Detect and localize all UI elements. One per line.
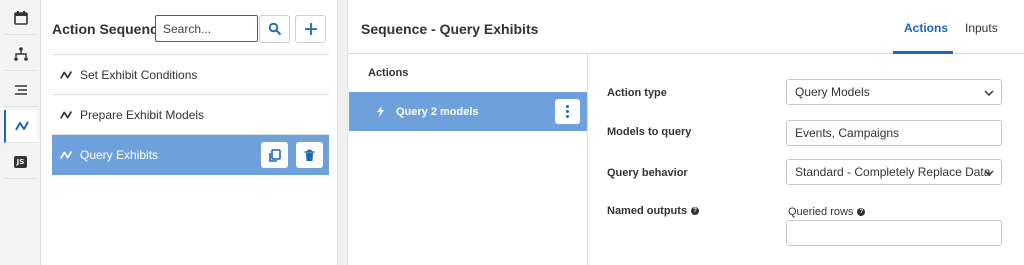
- action-type-value: Query Models: [795, 85, 870, 99]
- sequence-list: Set Exhibit Conditions Prepare Exhibit M…: [52, 54, 329, 175]
- named-outputs-label: Named outputs ?: [607, 205, 700, 217]
- rail-button-js[interactable]: JS: [4, 146, 37, 179]
- help-icon[interactable]: ?: [691, 207, 700, 215]
- page-title: Sequence - Query Exhibits: [361, 21, 539, 37]
- help-icon[interactable]: ?: [857, 208, 866, 216]
- action-sequences-panel: Action Sequences Set Exhibit Conditions …: [41, 0, 338, 265]
- list-item-label: Set Exhibit Conditions: [80, 67, 198, 82]
- left-rail: JS: [0, 0, 41, 265]
- action-type-select[interactable]: Query Models: [786, 79, 1002, 105]
- plus-icon: [304, 23, 317, 35]
- sequence-icon: [59, 68, 73, 82]
- action-item-label: Query 2 models: [396, 105, 479, 118]
- search-input[interactable]: [155, 15, 258, 42]
- list-item-label: Prepare Exhibit Models: [80, 107, 205, 122]
- action-item-selected[interactable]: Query 2 models: [349, 92, 587, 131]
- sequence-icon: [14, 121, 29, 131]
- copy-icon: [269, 148, 281, 162]
- query-behavior-select[interactable]: Standard - Completely Replace Data: [786, 159, 1002, 185]
- actions-column: Actions Query 2 models: [348, 54, 588, 265]
- sequence-detail-panel: Sequence - Query Exhibits Actions Inputs…: [347, 0, 1024, 265]
- kebab-dot: [566, 115, 569, 118]
- tab-inputs[interactable]: Inputs: [965, 21, 998, 35]
- kebab-dot: [566, 110, 569, 113]
- item-actions: [261, 142, 323, 168]
- rail-button-hierarchy[interactable]: [4, 38, 37, 71]
- models-to-query-field[interactable]: Events, Campaigns: [786, 120, 1002, 146]
- queried-rows-label: Queried rows ?: [788, 206, 866, 218]
- kebab-dot: [566, 105, 569, 108]
- sequence-icon: [59, 148, 73, 162]
- js-icon: JS: [13, 156, 28, 168]
- add-sequence-button[interactable]: [295, 15, 326, 43]
- models-to-query-label: Models to query: [607, 126, 692, 138]
- calendar-icon: [13, 11, 28, 25]
- tab-actions[interactable]: Actions: [904, 21, 948, 35]
- list-item-selected[interactable]: Query Exhibits: [52, 135, 329, 175]
- rail-button-sequences[interactable]: [4, 110, 37, 143]
- list-item-label: Query Exhibits: [80, 147, 159, 162]
- models-to-query-value: Events, Campaigns: [795, 126, 900, 140]
- chevron-down-icon: [984, 90, 994, 97]
- list-lines-icon: [14, 85, 27, 95]
- query-behavior-value: Standard - Completely Replace Data: [795, 165, 991, 179]
- lightning-icon: [377, 106, 384, 117]
- delete-button[interactable]: [296, 142, 323, 168]
- action-type-label: Action type: [607, 87, 667, 99]
- query-behavior-label: Query behavior: [607, 167, 688, 179]
- detail-header: Sequence - Query Exhibits Actions Inputs: [348, 0, 1024, 54]
- copy-button[interactable]: [261, 142, 288, 168]
- search-button[interactable]: [259, 15, 290, 43]
- sequence-icon: [59, 108, 73, 122]
- queried-rows-field[interactable]: [786, 220, 1002, 246]
- list-item[interactable]: Set Exhibit Conditions: [52, 55, 329, 95]
- active-tab-indicator: [893, 51, 953, 54]
- actions-heading: Actions: [368, 67, 409, 79]
- app-window: JS Action Sequences Set Exhibit Conditio…: [0, 0, 1024, 265]
- rail-button-list[interactable]: [4, 74, 37, 107]
- search-icon: [268, 22, 281, 36]
- chevron-down-icon: [984, 170, 994, 177]
- more-options-button[interactable]: [555, 99, 580, 124]
- rail-button-calendar[interactable]: [4, 2, 37, 35]
- hierarchy-icon: [13, 47, 28, 61]
- trash-icon: [304, 149, 315, 161]
- list-item[interactable]: Prepare Exhibit Models: [52, 95, 329, 135]
